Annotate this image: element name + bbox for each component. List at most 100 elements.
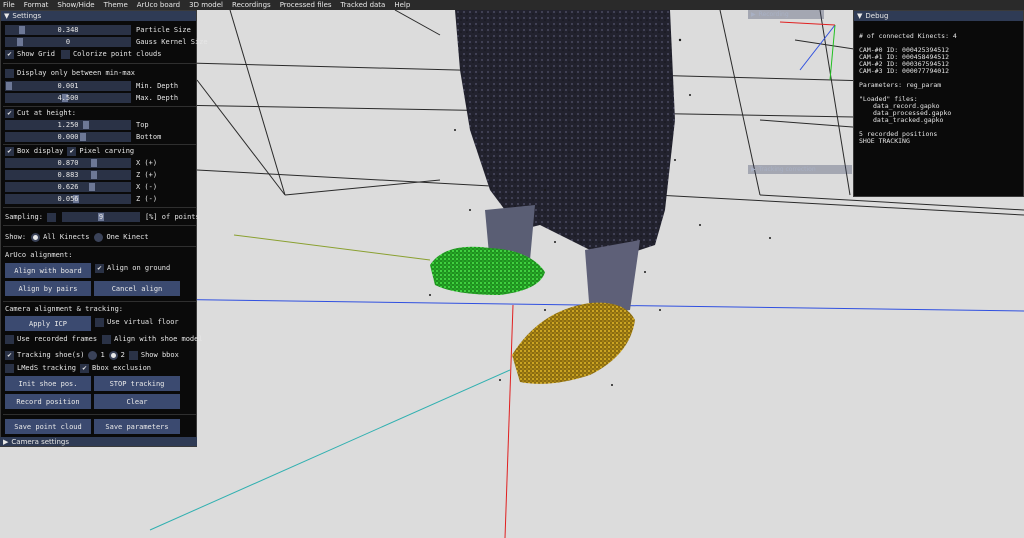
collapsed-arrow-icon: ▶: [751, 11, 756, 18]
save-point-cloud-button[interactable]: Save point cloud: [5, 419, 91, 434]
max-depth-slider[interactable]: 4.500: [5, 93, 131, 103]
menu-help[interactable]: Help: [394, 1, 410, 9]
sampling-slider[interactable]: 9: [61, 212, 140, 222]
show-bbox-label: Show bbox: [140, 351, 179, 359]
bbox-exclusion-checkbox[interactable]: ✔: [80, 363, 90, 373]
show-label: Show:: [5, 233, 27, 241]
collapse-arrow-icon[interactable]: ▼: [4, 12, 9, 20]
box-display-checkbox[interactable]: ✔: [5, 146, 14, 156]
x-minus-slider[interactable]: 0.626: [5, 182, 131, 192]
pixel-carving-checkbox[interactable]: ✔: [67, 146, 77, 156]
tracking-window-title: Tracking correction: [758, 166, 816, 173]
camera-settings-header[interactable]: ▶ Camera settings: [0, 437, 197, 446]
bottom-row: 0.000 Bottom: [5, 132, 161, 142]
colorize-checkbox[interactable]: [60, 49, 70, 59]
debug-title: Debug: [865, 12, 889, 20]
top-slider[interactable]: 1.250: [5, 120, 131, 130]
collapse-arrow-icon[interactable]: ▼: [857, 12, 862, 20]
min-depth-label: Min. Depth: [136, 82, 179, 90]
stop-tracking-button[interactable]: STOP tracking: [94, 376, 180, 391]
menu-format[interactable]: Format: [24, 1, 49, 9]
collapsed-arrow-icon: ▶: [751, 166, 756, 173]
show-grid-checkbox[interactable]: ✔: [5, 49, 14, 59]
gauss-kernel-slider[interactable]: 0: [5, 37, 131, 47]
slider-thumb[interactable]: [91, 159, 97, 167]
align-pairs-button[interactable]: Align by pairs: [5, 281, 91, 296]
clear-button[interactable]: Clear: [94, 394, 180, 409]
settings-titlebar[interactable]: ▼ Settings: [1, 11, 196, 21]
cut-height-checkbox[interactable]: ✔: [5, 108, 14, 118]
separator: [3, 414, 196, 415]
align-ground-checkbox[interactable]: ✔: [95, 263, 104, 273]
sampling-checkbox[interactable]: [46, 212, 56, 222]
pixel-carving-label: Pixel carving: [79, 147, 135, 155]
sampling-label: Sampling:: [5, 213, 43, 221]
debug-panel: ▼ Debug # of connected Kinects: 4 CAM-#0…: [853, 10, 1024, 197]
all-kinects-label: All Kinects: [43, 233, 90, 241]
menu-3d-model[interactable]: 3D model: [189, 1, 223, 9]
slider-thumb[interactable]: [89, 183, 95, 191]
shoe-2-radio[interactable]: [108, 350, 118, 360]
z-plus-slider[interactable]: 0.883: [5, 170, 131, 180]
camera-settings-title: Camera settings: [11, 437, 70, 446]
gauss-kernel-row: 0 Gauss Kernel Size: [5, 37, 208, 47]
shoe-model-label: Align with shoe model: [114, 335, 203, 343]
menu-aruco-board[interactable]: ArUco board: [137, 1, 180, 9]
recorded-frames-label: Use recorded frames: [17, 335, 98, 343]
settings-title: Settings: [12, 12, 42, 20]
virtual-floor-checkbox[interactable]: [95, 317, 104, 327]
record-position-button[interactable]: Record position: [5, 394, 91, 409]
menu-recordings[interactable]: Recordings: [232, 1, 271, 9]
display-minmax-checkbox[interactable]: [5, 68, 14, 78]
bottom-label: Bottom: [136, 133, 162, 141]
recording-window-collapsed[interactable]: ▶ Recording: [748, 10, 824, 19]
init-shoe-button[interactable]: Init shoe pos.: [5, 376, 91, 391]
shoe-1-label: 1: [100, 351, 105, 359]
camera-heading: Camera alignment & tracking:: [5, 305, 124, 313]
z-plus-row: 0.883 Z (+): [5, 170, 157, 180]
bottom-slider[interactable]: 0.000: [5, 132, 131, 142]
shoe-1-radio[interactable]: [88, 350, 98, 360]
all-kinects-radio[interactable]: [31, 232, 41, 242]
slider-thumb[interactable]: [83, 121, 89, 129]
file-tracked: data_tracked.gapko: [873, 116, 944, 124]
menu-tracked-data[interactable]: Tracked data: [341, 1, 386, 9]
box-display-label: Box display: [17, 147, 64, 155]
particle-size-slider[interactable]: 0.348: [5, 25, 131, 35]
slider-thumb[interactable]: [17, 38, 23, 46]
tracking-shoes-checkbox[interactable]: ✔: [5, 350, 14, 360]
one-kinect-radio[interactable]: [94, 232, 104, 242]
z-minus-slider[interactable]: 0.056: [5, 194, 131, 204]
grid-row: ✔ Show Grid Colorize point clouds: [5, 49, 161, 59]
menu-theme[interactable]: Theme: [104, 1, 128, 9]
collapsed-arrow-icon: ▶: [3, 437, 9, 446]
top-label: Top: [136, 121, 149, 129]
tracking-window-collapsed[interactable]: ▶ Tracking correction: [748, 165, 852, 174]
sampling-suffix: [%] of points: [144, 213, 200, 221]
menu-file[interactable]: File: [3, 1, 15, 9]
separator: [3, 225, 196, 226]
debug-titlebar[interactable]: ▼ Debug: [854, 11, 1023, 21]
align-board-button[interactable]: Align with board: [5, 263, 91, 278]
cancel-align-button[interactable]: Cancel align: [94, 281, 180, 296]
shoe-model-checkbox[interactable]: [102, 334, 112, 344]
kinect-count: # of connected Kinects: 4: [859, 32, 957, 40]
slider-thumb[interactable]: [6, 82, 12, 90]
min-depth-slider[interactable]: 0.001: [5, 81, 131, 91]
lmeds-checkbox[interactable]: [5, 363, 14, 373]
cam-3-id: CAM-#3 ID: 000077794012: [859, 67, 950, 75]
x-plus-slider[interactable]: 0.870: [5, 158, 131, 168]
particle-size-row: 0.348 Particle Size: [5, 25, 191, 35]
cut-height-label: Cut at height:: [17, 109, 77, 117]
recorded-frames-checkbox[interactable]: [5, 334, 14, 344]
slider-thumb[interactable]: [80, 133, 86, 141]
menu-processed-files[interactable]: Processed files: [280, 1, 332, 9]
apply-icp-button[interactable]: Apply ICP: [5, 316, 91, 331]
menu-show-hide[interactable]: Show/Hide: [57, 1, 94, 9]
separator: [3, 246, 196, 247]
slider-thumb[interactable]: [91, 171, 97, 179]
save-parameters-button[interactable]: Save parameters: [94, 419, 180, 434]
show-bbox-checkbox[interactable]: [128, 350, 138, 360]
slider-thumb[interactable]: [19, 26, 25, 34]
shoe-2-label: 2: [120, 351, 125, 359]
